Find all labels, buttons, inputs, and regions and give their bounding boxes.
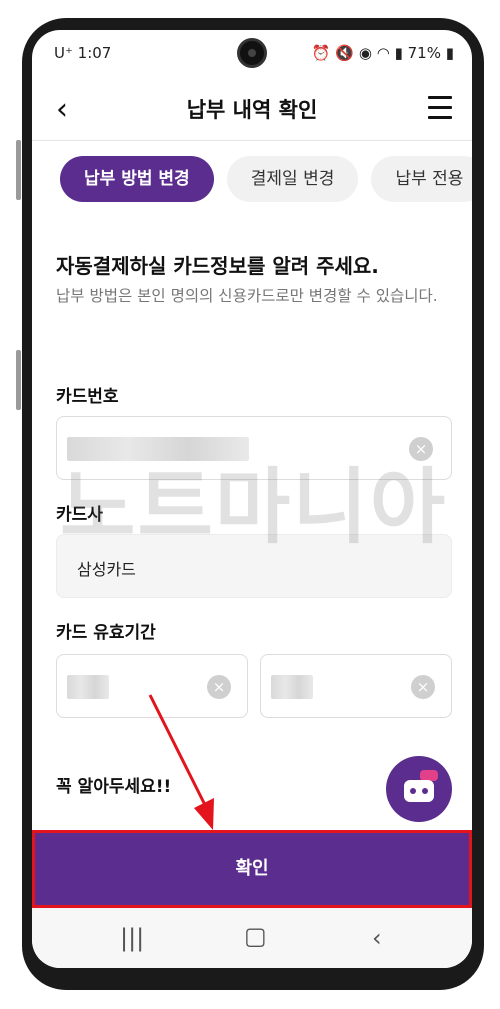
- location-icon: ◉: [358, 44, 372, 62]
- status-bar: U⁺ 1:07 ⏰ 🔇 ◉ ◠ ▮ 71% ▮: [32, 30, 472, 78]
- mute-icon: 🔇: [335, 44, 355, 62]
- app-header: ‹ 납부 내역 확인: [32, 78, 472, 141]
- status-left: U⁺ 1:07: [54, 44, 112, 62]
- chatbot-button[interactable]: [386, 756, 452, 822]
- status-right: ⏰ 🔇 ◉ ◠ ▮ 71% ▮: [312, 44, 454, 62]
- tab-dedicated-account[interactable]: 납부 전용: [371, 156, 472, 202]
- card-company-field[interactable]: 삼성카드: [56, 534, 452, 598]
- alarm-icon: ⏰: [311, 44, 331, 62]
- hamburger-menu-icon[interactable]: [428, 96, 452, 126]
- expiry-month-redacted: [67, 675, 109, 699]
- expiry-label: 카드 유효기간: [56, 623, 156, 643]
- card-company-label: 카드사: [56, 505, 103, 525]
- expiry-month-input[interactable]: ×: [56, 654, 248, 718]
- form-heading: 자동결제하실 카드정보를 알려 주세요.: [56, 254, 379, 278]
- back-nav-icon[interactable]: ‹: [372, 924, 382, 952]
- clear-icon[interactable]: ×: [207, 675, 231, 699]
- expiry-year-input[interactable]: ×: [260, 654, 452, 718]
- battery-level: 71%: [407, 44, 441, 62]
- form-description: 납부 방법은 본인 명의의 신용카드로만 변경할 수 있습니다.: [56, 287, 438, 305]
- system-nav-bar: ||| ▢ ‹: [32, 908, 472, 968]
- card-number-redacted: [67, 437, 249, 461]
- battery-icon: ▮: [445, 44, 454, 62]
- side-button: [16, 350, 21, 410]
- clear-icon[interactable]: ×: [409, 437, 433, 461]
- card-number-input[interactable]: ×: [56, 416, 452, 480]
- tab-bar: 납부 방법 변경 결제일 변경 납부 전용: [60, 156, 472, 202]
- confirm-button[interactable]: 확인: [35, 833, 469, 905]
- front-camera: [237, 38, 267, 68]
- expiry-year-redacted: [271, 675, 313, 699]
- card-company-value: 삼성카드: [77, 560, 136, 579]
- page-title: 납부 내역 확인: [186, 98, 318, 122]
- clear-icon[interactable]: ×: [411, 675, 435, 699]
- app-screen: U⁺ 1:07 ⏰ 🔇 ◉ ◠ ▮ 71% ▮ ‹ 납부 내역 확인 납부 방법…: [32, 30, 472, 968]
- card-number-label: 카드번호: [56, 387, 119, 407]
- notice-heading[interactable]: 꼭 알아두세요!!: [56, 772, 171, 797]
- wifi-icon: ◠: [376, 44, 390, 62]
- volume-button: [16, 140, 21, 200]
- tab-payment-date[interactable]: 결제일 변경: [226, 156, 359, 202]
- recent-apps-icon[interactable]: |||: [120, 924, 144, 952]
- signal-icon: ▮: [394, 44, 403, 62]
- tab-payment-method[interactable]: 납부 방법 변경: [60, 156, 214, 202]
- home-icon[interactable]: ▢: [244, 922, 267, 950]
- robot-icon: [404, 780, 434, 802]
- confirm-highlight: 확인: [32, 830, 472, 908]
